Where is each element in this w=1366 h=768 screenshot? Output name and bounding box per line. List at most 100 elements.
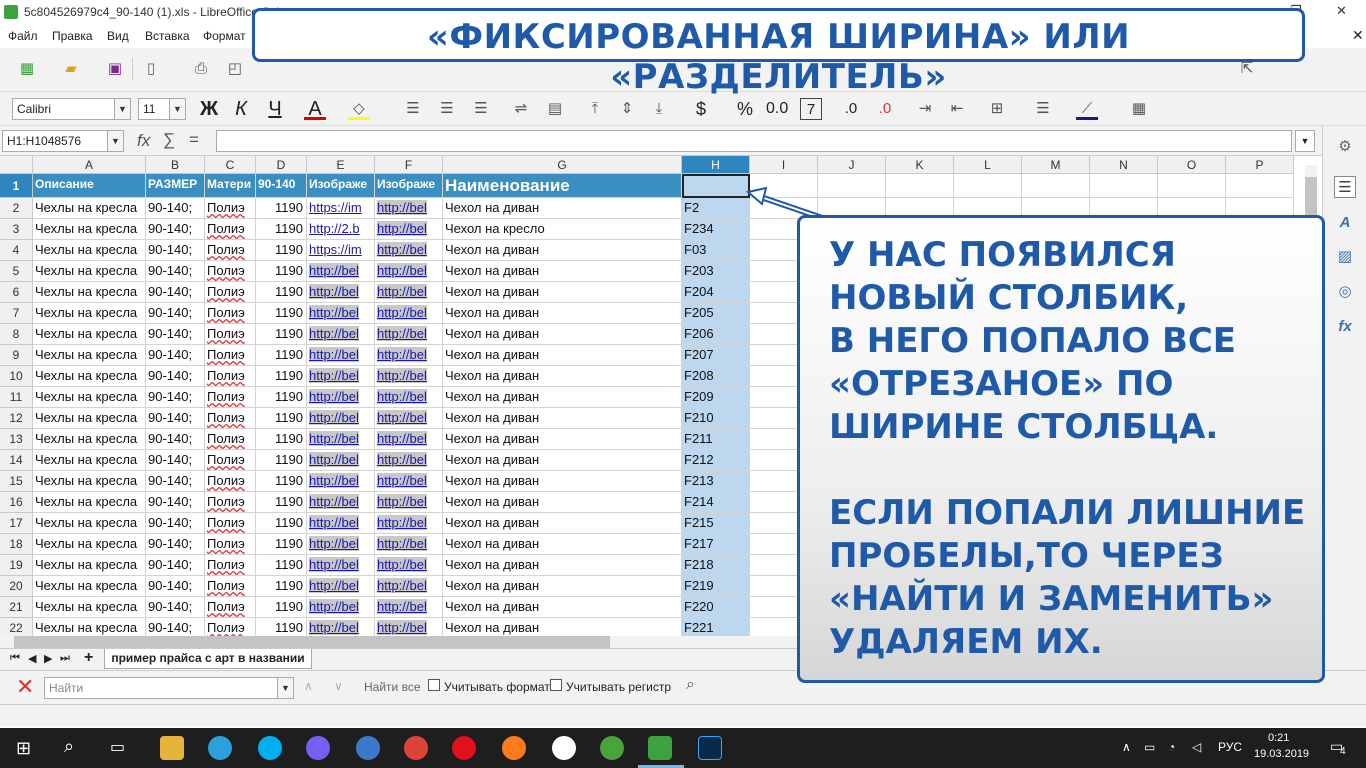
cell-b[interactable]: 90-140; bbox=[146, 597, 205, 618]
row-header[interactable]: 14 bbox=[0, 450, 33, 471]
open-folder-icon[interactable]: ▰ bbox=[60, 58, 82, 80]
row-header[interactable]: 9 bbox=[0, 345, 33, 366]
conditional-format-icon[interactable]: ▦ bbox=[1128, 98, 1150, 120]
empty-cell[interactable] bbox=[1226, 174, 1294, 198]
cell-a[interactable]: Чехлы на кресла bbox=[33, 366, 146, 387]
cell-a[interactable]: Чехлы на кресла bbox=[33, 324, 146, 345]
column-header[interactable]: A bbox=[33, 156, 146, 174]
empty-cell[interactable] bbox=[1158, 174, 1226, 198]
cell-d[interactable]: 1190 bbox=[256, 429, 307, 450]
cell-f[interactable]: http://bel bbox=[375, 240, 443, 261]
cell-e[interactable]: http://bel bbox=[307, 429, 375, 450]
cell-b[interactable]: 90-140; bbox=[146, 555, 205, 576]
cell-g[interactable]: Чехол на диван bbox=[443, 513, 682, 534]
cell-d[interactable]: 1190 bbox=[256, 471, 307, 492]
column-header[interactable]: E bbox=[307, 156, 375, 174]
styles-icon[interactable]: A bbox=[1334, 212, 1356, 234]
row-header[interactable]: 22 bbox=[0, 618, 33, 636]
search-icon[interactable]: ⌕ bbox=[64, 736, 74, 757]
cell-c[interactable]: Полиэ bbox=[205, 324, 256, 345]
match-format-checkbox[interactable] bbox=[428, 679, 440, 691]
cell-g[interactable]: Чехол на диван bbox=[443, 282, 682, 303]
menu-edit[interactable]: Правка bbox=[52, 29, 93, 43]
formula-icon[interactable]: = bbox=[189, 130, 199, 150]
cell-a[interactable]: Чехлы на кресла bbox=[33, 345, 146, 366]
cell-g[interactable]: Чехол на диван bbox=[443, 429, 682, 450]
photoshop-icon[interactable] bbox=[698, 736, 722, 760]
cell-f[interactable]: http://bel bbox=[375, 282, 443, 303]
cell-h[interactable]: F220 bbox=[682, 597, 750, 618]
grid-corner[interactable] bbox=[0, 156, 33, 174]
print-icon[interactable]: ⎙ bbox=[190, 58, 212, 80]
tray-chevron-icon[interactable]: ∧ bbox=[1122, 740, 1131, 754]
formula-input[interactable] bbox=[216, 130, 1292, 152]
menu-insert[interactable]: Вставка bbox=[145, 29, 190, 43]
column-header[interactable]: D bbox=[256, 156, 307, 174]
align-right-icon[interactable]: ☰ bbox=[470, 98, 492, 120]
row-header[interactable]: 10 bbox=[0, 366, 33, 387]
cell-h[interactable]: F210 bbox=[682, 408, 750, 429]
cell-h[interactable]: F212 bbox=[682, 450, 750, 471]
properties-icon[interactable]: ☰ bbox=[1334, 176, 1356, 198]
cell-d[interactable]: 1190 bbox=[256, 345, 307, 366]
row-header[interactable]: 1 bbox=[0, 174, 33, 198]
cell-b[interactable]: 90-140; bbox=[146, 240, 205, 261]
font-name-box[interactable]: Calibri ▼ bbox=[12, 98, 131, 120]
cell-a[interactable]: Чехлы на кресла bbox=[33, 555, 146, 576]
match-case-checkbox[interactable] bbox=[550, 679, 562, 691]
cell-f[interactable]: http://bel bbox=[375, 345, 443, 366]
cell-d[interactable]: 1190 bbox=[256, 618, 307, 636]
column-header[interactable]: I bbox=[750, 156, 818, 174]
cell-b[interactable]: 90-140; bbox=[146, 324, 205, 345]
settings-gear-icon[interactable]: ⚙ bbox=[1334, 136, 1356, 158]
cell-g[interactable]: Чехол на кресло bbox=[443, 219, 682, 240]
cell-a[interactable]: Чехлы на кресла bbox=[33, 471, 146, 492]
cell-g[interactable]: Чехол на диван bbox=[443, 408, 682, 429]
cell-g[interactable]: Чехол на диван bbox=[443, 492, 682, 513]
windows-start-icon[interactable]: ⊞ bbox=[16, 738, 31, 759]
border-color-icon[interactable]: ⟋ bbox=[1076, 98, 1098, 120]
cell-a[interactable]: Чехлы на кресла bbox=[33, 618, 146, 636]
row-header[interactable]: 19 bbox=[0, 555, 33, 576]
task-view-icon[interactable]: ▭ bbox=[110, 737, 125, 757]
functions-icon[interactable]: fx bbox=[1334, 316, 1356, 338]
cell-b[interactable]: 90-140; bbox=[146, 429, 205, 450]
cell-c[interactable]: Полиэ bbox=[205, 471, 256, 492]
cell-c[interactable]: Полиэ bbox=[205, 534, 256, 555]
cell-g[interactable]: Чехол на диван bbox=[443, 555, 682, 576]
empty-cell[interactable] bbox=[1090, 174, 1158, 198]
find-replace-icon[interactable]: ⌕ bbox=[686, 676, 695, 694]
chevron-down-icon[interactable]: ▼ bbox=[107, 131, 123, 151]
cell-e[interactable]: http://bel bbox=[307, 324, 375, 345]
cell-d[interactable]: 1190 bbox=[256, 555, 307, 576]
sheet-tab-active[interactable]: пример прайса с арт в названии bbox=[104, 649, 312, 669]
row-header[interactable]: 18 bbox=[0, 534, 33, 555]
sum-icon[interactable]: ∑ bbox=[163, 130, 175, 150]
cell-b[interactable]: 90-140; bbox=[146, 282, 205, 303]
cell-b[interactable]: 90-140; bbox=[146, 303, 205, 324]
highlight-icon[interactable]: ◇ bbox=[348, 98, 370, 120]
cell-d[interactable]: 1190 bbox=[256, 450, 307, 471]
cell-h[interactable]: F211 bbox=[682, 429, 750, 450]
last-sheet-icon[interactable]: ⏭ bbox=[60, 652, 70, 665]
border-style-icon[interactable]: ☰ bbox=[1032, 98, 1054, 120]
cell-h[interactable]: F215 bbox=[682, 513, 750, 534]
cell-b[interactable]: 90-140; bbox=[146, 471, 205, 492]
cell-g[interactable]: Чехол на диван bbox=[443, 324, 682, 345]
wifi-icon[interactable]: ◔ bbox=[1168, 740, 1175, 754]
cell-g[interactable]: Чехол на диван bbox=[443, 450, 682, 471]
cell-f[interactable]: http://bel bbox=[375, 429, 443, 450]
number-format-icon[interactable]: 0.0 bbox=[766, 98, 788, 120]
cell-g[interactable]: Чехол на диван bbox=[443, 303, 682, 324]
menu-view[interactable]: Вид bbox=[107, 29, 129, 43]
cell-h[interactable]: F203 bbox=[682, 261, 750, 282]
cell-e[interactable]: http://bel bbox=[307, 555, 375, 576]
cell-h[interactable]: F221 bbox=[682, 618, 750, 636]
cell-f[interactable]: http://bel bbox=[375, 618, 443, 636]
cell-c[interactable]: Полиэ bbox=[205, 429, 256, 450]
cell-d[interactable]: 1190 bbox=[256, 261, 307, 282]
font-size-box[interactable]: 11 ▼ bbox=[138, 98, 186, 120]
column-header[interactable]: M bbox=[1022, 156, 1090, 174]
cell-g[interactable]: Чехол на диван bbox=[443, 240, 682, 261]
cell-d[interactable]: 1190 bbox=[256, 576, 307, 597]
